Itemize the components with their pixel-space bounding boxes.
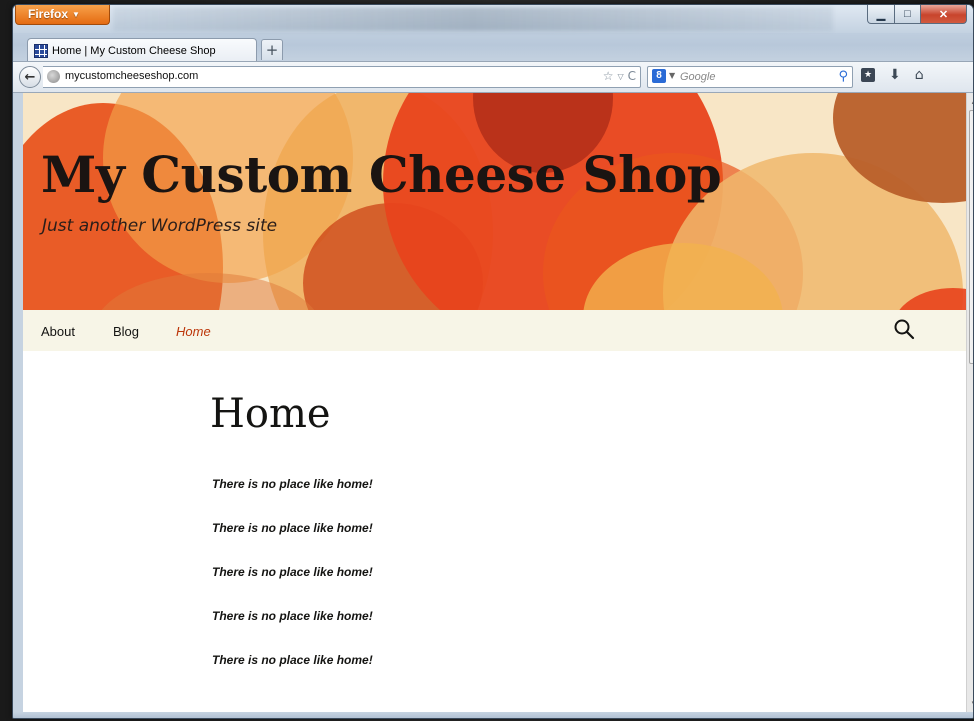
globe-icon <box>47 70 60 83</box>
site-title[interactable]: My Custom Cheese Shop <box>41 145 722 204</box>
minimize-icon: ▁ <box>876 8 886 21</box>
chevron-down-icon: ▼ <box>72 10 80 20</box>
paragraph: There is no place like home! <box>212 477 373 491</box>
toolbar-right-icons: ★ ⬇ ⌂ <box>861 67 924 83</box>
firefox-menu-button[interactable]: Firefox ▼ <box>15 5 110 25</box>
window-bottom-border <box>13 712 973 718</box>
bookmarks-icon[interactable]: ★ <box>861 68 875 82</box>
url-text: mycustomcheeseshop.com <box>65 70 199 82</box>
tab-title: Home | My Custom Cheese Shop <box>52 44 216 57</box>
maximize-icon: □ <box>904 8 911 20</box>
title-bar-blur <box>113 7 833 31</box>
browser-window: Firefox ▼ ▁ □ ✕ Home | My Custom Cheese S… <box>12 4 974 719</box>
search-icon[interactable] <box>893 318 915 340</box>
close-button[interactable]: ✕ <box>921 5 967 24</box>
nav-item-home[interactable]: Home <box>176 324 211 339</box>
back-arrow-icon: ← <box>24 69 36 85</box>
chevron-down-icon: ▼ <box>669 71 676 80</box>
tab-home[interactable]: Home | My Custom Cheese Shop <box>27 38 257 62</box>
nav-item-about[interactable]: About <box>41 324 75 339</box>
star-icon[interactable]: ☆ <box>603 69 614 83</box>
site-header: My Custom Cheese Shop Just another WordP… <box>23 93 966 310</box>
paragraph: There is no place like home! <box>212 565 373 579</box>
tab-bar: Home | My Custom Cheese Shop + <box>13 35 973 62</box>
maximize-button[interactable]: □ <box>895 5 921 24</box>
paragraph: There is no place like home! <box>212 609 373 623</box>
plus-icon: + <box>265 41 279 59</box>
nav-item-blog[interactable]: Blog <box>113 324 139 339</box>
page-title: Home <box>210 391 331 437</box>
title-bar: Firefox ▼ ▁ □ ✕ <box>13 5 973 33</box>
site-description: Just another WordPress site <box>42 216 278 236</box>
search-bar[interactable]: 8 ▼ Google ⚲ <box>647 66 853 88</box>
back-button[interactable]: ← <box>19 66 41 88</box>
favicon-icon <box>34 43 48 58</box>
scroll-down-icon[interactable]: ▼ <box>967 696 973 712</box>
search-placeholder: Google <box>680 71 716 83</box>
minimize-button[interactable]: ▁ <box>867 5 895 24</box>
paragraph: There is no place like home! <box>212 653 373 667</box>
history-dropdown-icon[interactable]: ▽ <box>617 72 623 81</box>
site-navigation: About Blog Home <box>23 310 966 351</box>
close-icon: ✕ <box>938 8 949 21</box>
page-viewport: My Custom Cheese Shop Just another WordP… <box>23 93 966 712</box>
home-icon[interactable]: ⌂ <box>915 67 924 83</box>
paragraph: There is no place like home! <box>212 521 373 535</box>
new-tab-button[interactable]: + <box>261 39 283 60</box>
reload-icon[interactable]: C <box>628 69 636 83</box>
url-bar-icons: ☆ ▽ C <box>603 69 636 83</box>
firefox-menu-label: Firefox <box>28 7 69 21</box>
download-icon[interactable]: ⬇ <box>889 67 901 83</box>
scrollbar-thumb[interactable] <box>969 110 973 364</box>
window-controls: ▁ □ ✕ <box>867 5 967 25</box>
scroll-up-icon[interactable]: ▲ <box>967 93 973 109</box>
url-bar[interactable]: mycustomcheeseshop.com ☆ ▽ C <box>43 66 641 88</box>
navigation-toolbar: ← mycustomcheeseshop.com ☆ ▽ C 8 ▼ Googl… <box>13 61 973 93</box>
search-icon[interactable]: ⚲ <box>838 69 848 84</box>
google-icon: 8 <box>652 69 666 83</box>
vertical-scrollbar[interactable]: ▲ ▼ <box>966 93 973 712</box>
